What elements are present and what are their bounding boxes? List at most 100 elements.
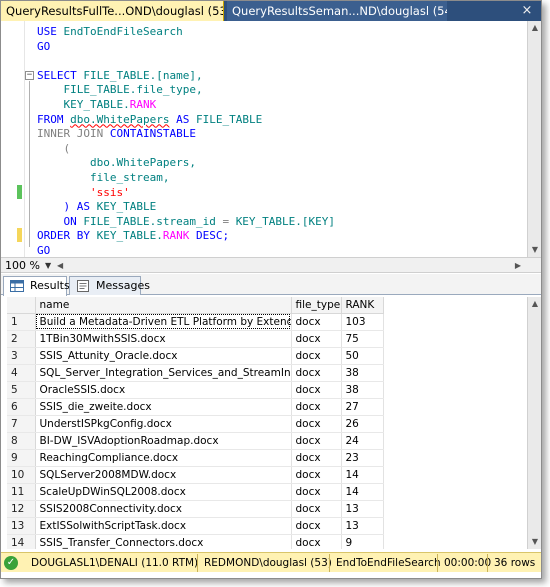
close-icon[interactable]: × bbox=[519, 1, 535, 21]
scroll-up-icon[interactable]: ▲ bbox=[528, 21, 541, 35]
row-number-cell[interactable]: 11 bbox=[7, 483, 36, 501]
table-row[interactable]: 7 UnderstISPkgConfig.docx docx 26 bbox=[7, 415, 384, 433]
rank-cell[interactable]: 14 bbox=[341, 466, 384, 484]
row-number-cell[interactable]: 14 bbox=[7, 534, 36, 549]
file-type-cell[interactable]: docx bbox=[291, 449, 342, 467]
row-number-cell[interactable]: 4 bbox=[7, 364, 36, 382]
file-type-cell[interactable]: docx bbox=[291, 534, 342, 549]
file-type-cell[interactable]: docx bbox=[291, 483, 342, 501]
table-row[interactable]: 13 ExtISSolwithScriptTask.docx docx 13 bbox=[7, 517, 384, 535]
row-number-header[interactable] bbox=[7, 297, 36, 314]
table-row[interactable]: 12 SSIS2008Connectivity.docx docx 13 bbox=[7, 500, 384, 518]
name-cell[interactable]: OracleSSIS.docx bbox=[35, 381, 292, 399]
code-token: USE bbox=[37, 25, 64, 38]
name-cell[interactable]: SQL_Server_Integration_Services_and_Stre… bbox=[35, 364, 292, 382]
code-token: CONTAINSTABLE bbox=[109, 127, 196, 141]
file-type-cell[interactable]: docx bbox=[291, 364, 342, 382]
grid-vertical-scrollbar[interactable]: ▲ ▼ bbox=[527, 297, 541, 549]
row-number-cell[interactable]: 6 bbox=[7, 398, 36, 416]
rank-cell[interactable]: 9 bbox=[341, 534, 384, 549]
table-row[interactable]: 4 SQL_Server_Integration_Services_and_Str… bbox=[7, 364, 384, 382]
file-type-cell[interactable]: docx bbox=[291, 432, 342, 450]
name-cell[interactable]: BI-DW_ISVAdoptionRoadmap.docx bbox=[35, 432, 292, 450]
scroll-left-icon[interactable]: ◀ bbox=[57, 259, 63, 272]
rank-cell[interactable]: 24 bbox=[341, 432, 384, 450]
name-cell[interactable]: ScaleUpDWinSQL2008.docx bbox=[35, 483, 292, 501]
file-type-cell[interactable]: docx bbox=[291, 415, 342, 433]
name-cell[interactable]: UnderstISPkgConfig.docx bbox=[35, 415, 292, 433]
scroll-up-icon[interactable]: ▲ bbox=[528, 297, 541, 311]
table-row[interactable]: 14 SSIS_Transfer_Connectors.docx docx 9 bbox=[7, 534, 384, 549]
change-marker bbox=[17, 228, 22, 242]
file-type-cell[interactable]: docx bbox=[291, 330, 342, 348]
table-row[interactable]: 9 ReachingCompliance.docx docx 23 bbox=[7, 449, 384, 467]
code-token: dbo.WhitePapers, bbox=[37, 156, 196, 170]
file-type-cell[interactable]: docx bbox=[291, 381, 342, 399]
table-row[interactable]: 2 1TBin30MwithSSIS.docx docx 75 bbox=[7, 330, 384, 348]
row-number-cell[interactable]: 9 bbox=[7, 449, 36, 467]
row-number-cell[interactable]: 7 bbox=[7, 415, 36, 433]
column-header-name[interactable]: name bbox=[35, 297, 292, 314]
name-cell[interactable]: SSIS_Attunity_Oracle.docx bbox=[35, 347, 292, 365]
name-cell[interactable]: 1TBin30MwithSSIS.docx bbox=[35, 330, 292, 348]
file-type-cell[interactable]: docx bbox=[291, 500, 342, 518]
name-cell[interactable]: Build a Metadata-Driven ETL Platform by … bbox=[35, 313, 292, 331]
row-number-cell[interactable]: 2 bbox=[7, 330, 36, 348]
name-cell[interactable]: ExtISSolwithScriptTask.docx bbox=[35, 517, 292, 535]
column-header-rank[interactable]: RANK bbox=[341, 297, 384, 314]
status-user: REDMOND\douglasl (53) bbox=[197, 554, 332, 572]
chevron-down-icon[interactable]: ▼ bbox=[45, 259, 51, 272]
scroll-down-icon[interactable]: ▼ bbox=[528, 535, 541, 549]
scroll-right-icon[interactable]: ▶ bbox=[515, 259, 521, 272]
rank-cell[interactable]: 103 bbox=[341, 313, 384, 331]
rank-cell[interactable]: 75 bbox=[341, 330, 384, 348]
row-number-cell[interactable]: 10 bbox=[7, 466, 36, 484]
collapse-icon[interactable]: − bbox=[25, 71, 34, 80]
name-cell[interactable]: SSIS2008Connectivity.docx bbox=[35, 500, 292, 518]
column-header-file-type[interactable]: file_type bbox=[291, 297, 342, 314]
name-cell[interactable]: SSIS_Transfer_Connectors.docx bbox=[35, 534, 292, 549]
code-line: file_stream, bbox=[37, 171, 335, 186]
row-number-cell[interactable]: 13 bbox=[7, 517, 36, 535]
table-row[interactable]: 11 ScaleUpDWinSQL2008.docx docx 14 bbox=[7, 483, 384, 501]
row-number-cell[interactable]: 12 bbox=[7, 500, 36, 518]
name-cell[interactable]: SQLServer2008MDW.docx bbox=[35, 466, 292, 484]
table-row[interactable]: 3 SSIS_Attunity_Oracle.docx docx 50 bbox=[7, 347, 384, 365]
row-number-cell[interactable]: 5 bbox=[7, 381, 36, 399]
rank-cell[interactable]: 38 bbox=[341, 381, 384, 399]
rank-cell[interactable]: 13 bbox=[341, 517, 384, 535]
tab-messages[interactable]: Messages bbox=[69, 276, 150, 295]
tab-results[interactable]: Results bbox=[3, 276, 70, 296]
rank-cell[interactable]: 27 bbox=[341, 398, 384, 416]
rank-cell[interactable]: 26 bbox=[341, 415, 384, 433]
file-type-cell[interactable]: docx bbox=[291, 517, 342, 535]
row-number-cell[interactable]: 8 bbox=[7, 432, 36, 450]
table-row[interactable]: 5 OracleSSIS.docx docx 38 bbox=[7, 381, 384, 399]
name-cell[interactable]: SSIS_die_zweite.docx bbox=[35, 398, 292, 416]
rank-cell[interactable]: 50 bbox=[341, 347, 384, 365]
name-cell[interactable]: ReachingCompliance.docx bbox=[35, 449, 292, 467]
rank-cell[interactable]: 38 bbox=[341, 364, 384, 382]
table-row[interactable]: 6 SSIS_die_zweite.docx docx 27 bbox=[7, 398, 384, 416]
zoom-select[interactable]: 100 % bbox=[5, 259, 40, 272]
row-number-cell[interactable]: 1 bbox=[7, 313, 36, 331]
table-row[interactable]: 8 BI-DW_ISVAdoptionRoadmap.docx docx 24 bbox=[7, 432, 384, 450]
rank-cell[interactable]: 13 bbox=[341, 500, 384, 518]
row-number-cell[interactable]: 3 bbox=[7, 347, 36, 365]
sql-editor[interactable]: − USE EndToEndFileSearch GO SELECT FILE_… bbox=[1, 21, 529, 257]
rank-cell[interactable]: 23 bbox=[341, 449, 384, 467]
file-type-cell[interactable]: docx bbox=[291, 313, 342, 331]
file-type-cell[interactable]: docx bbox=[291, 347, 342, 365]
file-type-cell[interactable]: docx bbox=[291, 466, 342, 484]
scroll-down-icon[interactable]: ▼ bbox=[528, 243, 541, 257]
results-grid[interactable]: name file_type RANK 1 Build a Metadata-Dr… bbox=[7, 297, 527, 549]
table-row[interactable]: 10 SQLServer2008MDW.docx docx 14 bbox=[7, 466, 384, 484]
table-row[interactable]: 1 Build a Metadata-Driven ETL Platform by… bbox=[7, 313, 384, 331]
tab-query-fulltext[interactable]: QueryResultsFullTe...OND\douglasl (53))* bbox=[1, 1, 224, 21]
results-table: name file_type RANK 1 Build a Metadata-Dr… bbox=[7, 297, 384, 549]
tab-query-semantic[interactable]: QueryResultsSeman...ND\douglasl (54))* bbox=[227, 1, 447, 21]
code-token: INNER JOIN bbox=[37, 127, 110, 141]
file-type-cell[interactable]: docx bbox=[291, 398, 342, 416]
rank-cell[interactable]: 14 bbox=[341, 483, 384, 501]
editor-vertical-scrollbar[interactable]: ▲ ▼ bbox=[527, 21, 541, 257]
